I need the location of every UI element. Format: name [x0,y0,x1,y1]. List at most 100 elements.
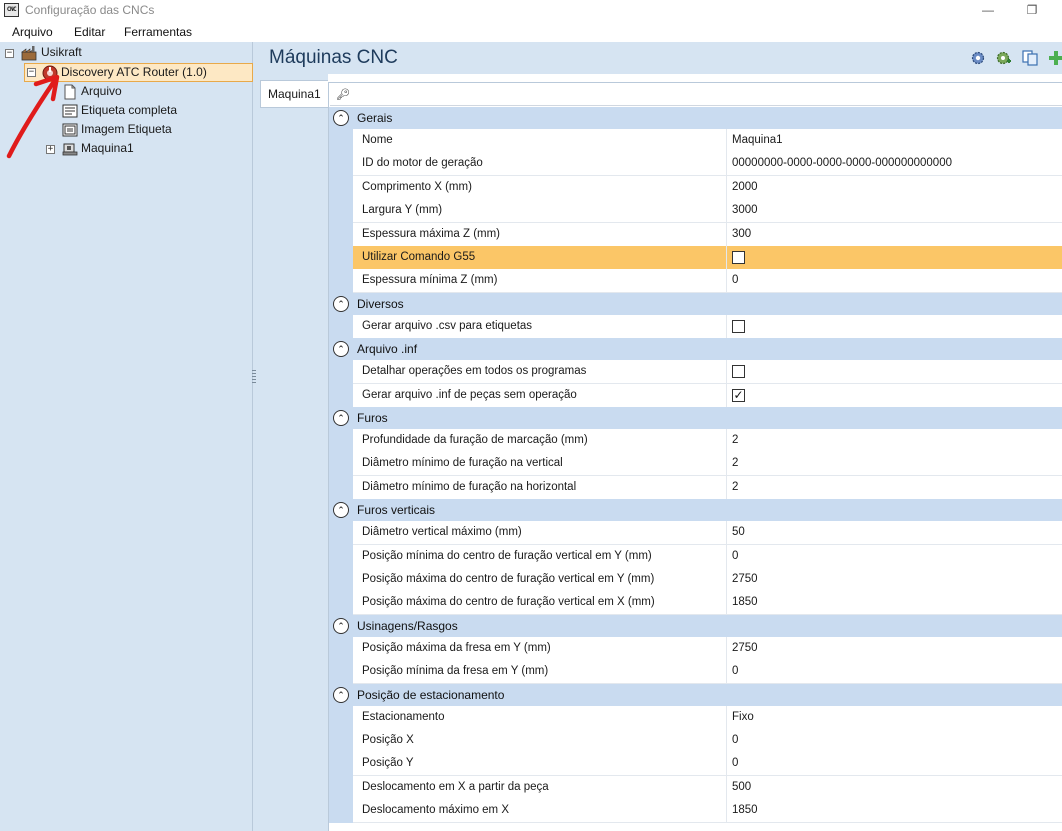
property-row[interactable]: Gerar arquivo .inf de peças sem operação… [329,383,1062,408]
machine-add-config-icon[interactable] [996,50,1012,66]
checkbox-unchecked[interactable] [732,365,745,379]
property-checkbox-cell[interactable] [726,360,1062,385]
property-name: Gerar arquivo .csv para etiquetas [353,315,726,339]
collapse-category-icon[interactable]: ⌃ [333,341,349,358]
property-row[interactable]: Espessura mínima Z (mm) 0 [329,269,1062,294]
checkbox-unchecked[interactable] [732,251,745,264]
category-header[interactable]: ⌃ Usinagens/Rasgos [329,614,1062,637]
collapse-category-icon[interactable]: ⌃ [333,617,349,634]
property-row[interactable]: Profundidade da furação de marcação (mm)… [329,429,1062,453]
property-value[interactable]: 50 [726,521,1062,546]
property-value[interactable]: 2 [726,452,1062,477]
property-row[interactable]: Nome Maquina1 [329,129,1062,153]
property-row[interactable]: Posição máxima do centro de furação vert… [329,568,1062,592]
property-name: ID do motor de geração [353,152,726,177]
property-row[interactable]: Posição máxima da fresa em Y (mm) 2750 [329,636,1062,661]
property-value[interactable]: 2 [726,429,1062,453]
property-value[interactable]: 1850 [726,799,1062,824]
property-row[interactable]: Diâmetro mínimo de furação na horizontal… [329,475,1062,500]
property-value[interactable]: 0 [726,660,1062,685]
row-margin [329,544,353,569]
search-bar[interactable]: 🔑︎ [330,84,1062,106]
tree-item-etiqueta-completa[interactable]: Etiqueta completa [81,101,177,120]
add-icon[interactable] [1048,50,1062,66]
property-value[interactable]: Maquina1 [726,129,1062,153]
property-name: Profundidade da furação de marcação (mm) [353,429,726,453]
category-header[interactable]: ⌃ Posição de estacionamento [329,683,1062,706]
property-row[interactable]: Gerar arquivo .csv para etiquetas [329,314,1062,339]
property-row[interactable]: Detalhar operações em todos os programas [329,360,1062,385]
property-row[interactable]: Posição Y0 [329,752,1062,777]
property-value[interactable]: 0 [726,752,1062,777]
row-margin [329,475,353,500]
property-row[interactable]: Posição mínima do centro de furação vert… [329,544,1062,569]
property-checkbox-cell[interactable] [726,246,1062,270]
menu-ferramentas[interactable]: Ferramentas [124,25,192,39]
property-row[interactable]: Posição máxima do centro de furação vert… [329,591,1062,616]
collapse-root-icon[interactable]: − [5,49,14,58]
collapse-category-icon[interactable]: ⌃ [333,686,349,703]
copy-icon[interactable] [1022,50,1038,66]
property-row[interactable]: Deslocamento máximo em X 1850 [329,799,1062,824]
tab-strip: Maquina1 [256,74,328,831]
property-row[interactable]: ID do motor de geração 00000000-0000-0000… [329,152,1062,177]
checkbox-unchecked[interactable] [732,319,745,333]
property-row[interactable]: Largura Y (mm) 3000 [329,199,1062,224]
property-name: Nome [353,129,726,153]
category-header[interactable]: ⌃ Furos verticais [329,499,1062,522]
property-row[interactable]: Diâmetro mínimo de furação na vertical 2 [329,452,1062,477]
checkbox-checked[interactable]: ✓ [732,388,745,402]
category-header[interactable]: ⌃ Furos [329,407,1062,429]
property-value[interactable]: 0 [726,729,1062,753]
category-header[interactable]: ⌃ Diversos [329,292,1062,315]
collapse-category-icon[interactable]: ⌃ [333,502,349,519]
machine-settings-icon[interactable] [970,50,986,66]
property-row[interactable]: Deslocamento em X a partir da peça 500 [329,775,1062,800]
tree-item-maquina1[interactable]: Maquina1 [81,139,134,158]
property-checkbox-cell[interactable]: ✓ [726,383,1062,408]
property-value[interactable]: Fixo [726,705,1062,730]
tree-item-root[interactable]: Usikraft [41,43,82,62]
collapse-category-icon[interactable]: ⌃ [333,295,349,312]
property-name: Posição mínima da fresa em Y (mm) [353,660,726,685]
property-value[interactable]: 500 [726,775,1062,800]
row-margin [329,452,353,477]
tree-item-arquivo[interactable]: Arquivo [81,82,122,101]
tab-maquina1[interactable]: Maquina1 [260,80,328,108]
property-row[interactable]: Posição mínima da fresa em Y (mm) 0 [329,660,1062,685]
property-row[interactable]: Espessura máxima Z (mm) 300 [329,222,1062,247]
property-value[interactable]: 00000000-0000-0000-0000-000000000000 [726,152,1062,177]
collapse-category-icon[interactable]: ⌃ [333,410,349,426]
row-margin [329,568,353,592]
property-value[interactable]: 3000 [726,199,1062,224]
property-name: Detalhar operações em todos os programas [353,360,726,385]
property-checkbox-cell[interactable] [726,314,1062,339]
property-value[interactable]: 0 [726,544,1062,569]
property-value[interactable]: 300 [726,222,1062,247]
menu-editar[interactable]: Editar [74,25,105,39]
property-value[interactable]: 2000 [726,175,1062,200]
property-value[interactable]: 0 [726,269,1062,294]
property-value[interactable]: 2 [726,475,1062,500]
tree-item-machine[interactable]: Discovery ATC Router (1.0) [61,63,207,82]
property-row[interactable]: Comprimento X (mm) 2000 [329,175,1062,200]
property-name: Posição máxima do centro de furação vert… [353,591,726,616]
property-value[interactable]: 1850 [726,591,1062,616]
row-margin [329,521,353,546]
menu-arquivo[interactable]: Arquivo [12,25,53,39]
property-row[interactable]: Estacionamento Fixo [329,705,1062,730]
tree-item-imagem-etiqueta[interactable]: Imagem Etiqueta [81,120,172,139]
restore-button[interactable]: ❐ [1012,1,1052,19]
property-row[interactable]: Utilizar Comando G55 [329,246,1062,270]
property-row[interactable]: Diâmetro vertical máximo (mm) 50 [329,521,1062,546]
machine-tree: − Usikraft − Discovery ATC Router (1.0) … [0,42,253,831]
content-header: Máquinas CNC [256,42,1062,74]
property-value[interactable]: 2750 [726,568,1062,592]
collapse-category-icon[interactable]: ⌃ [333,110,349,126]
category-header[interactable]: ⌃ Arquivo .inf [329,338,1062,361]
property-row[interactable]: Posição X0 [329,729,1062,753]
category-header[interactable]: ⌃ Gerais [329,107,1062,129]
property-name: Posição máxima do centro de furação vert… [353,568,726,592]
minimize-button[interactable]: — [968,1,1008,19]
property-value[interactable]: 2750 [726,636,1062,661]
